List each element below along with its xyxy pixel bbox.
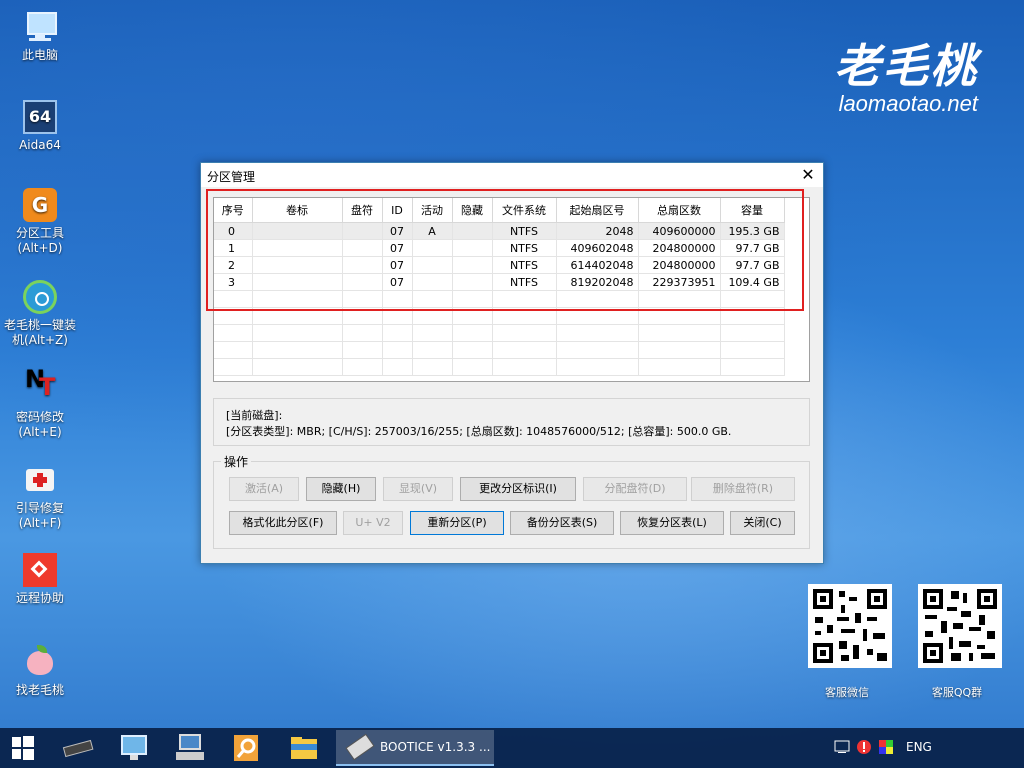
- qr-label-wechat: 客服微信: [825, 686, 869, 699]
- qr-label-qq-group: 客服QQ群: [931, 686, 983, 699]
- brand-url: laomaotao.net: [838, 91, 978, 116]
- desktop-icon-label: 老毛桃一键装 机(Alt+Z): [3, 318, 76, 347]
- desktop-icon-label: 远程协助: [15, 591, 64, 605]
- desktop-icon-find-laomaotao[interactable]: 找老毛桃: [2, 645, 78, 698]
- taskbar: BOOTICE v1.3.3 ... ENG: [0, 728, 1024, 768]
- anydesk-icon: [23, 553, 57, 587]
- desktop-icon-boot-repair[interactable]: 引导修复 (Alt+F): [2, 463, 78, 531]
- change-partition-id-button[interactable]: 更改分区标识(I): [460, 477, 576, 501]
- repartition-button[interactable]: 重新分区(P): [410, 511, 504, 535]
- tray-display-icon[interactable]: [878, 739, 894, 758]
- format-partition-button[interactable]: 格式化此分区(F): [229, 511, 337, 535]
- qr-code-wechat: [808, 584, 892, 668]
- taskbar-memory-tool[interactable]: [58, 732, 98, 764]
- disk-info-panel: [当前磁盘]: [分区表类型]: MBR; [C/H/S]: 257003/16…: [213, 398, 810, 446]
- partition-table-info: [分区表类型]: MBR; [C/H/S]: 257003/16/255; [总…: [226, 425, 732, 438]
- highlight-annotation-box: [206, 189, 804, 311]
- desktop-icon-remote-help[interactable]: 远程协助: [2, 553, 78, 606]
- remove-drive-letter-button[interactable]: 删除盘符(R): [691, 477, 795, 501]
- taskbar-file-explorer[interactable]: [284, 732, 324, 764]
- operations-group: [213, 461, 810, 549]
- magnifier-icon: [234, 735, 258, 761]
- brand-logo: 老毛桃 laomaotao.net: [834, 40, 978, 116]
- desktop-icon-one-key-install[interactable]: 老毛桃一键装 机(Alt+Z): [0, 280, 80, 348]
- taskbar-app-bootice[interactable]: BOOTICE v1.3.3 ...: [336, 730, 494, 766]
- tray-keyboard-icon[interactable]: [834, 740, 850, 757]
- close-icon[interactable]: ✕: [793, 163, 823, 187]
- desktop-icon-label: 密码修改 (Alt+E): [15, 410, 64, 439]
- desktop-icon-password-change[interactable]: N T 密码修改 (Alt+E): [2, 365, 78, 440]
- show-button[interactable]: 显现(V): [383, 477, 453, 501]
- u-plus-v2-button[interactable]: U+ V2: [343, 511, 403, 535]
- hide-button[interactable]: 隐藏(H): [306, 477, 376, 501]
- peach-icon: [23, 645, 57, 679]
- taskbar-network-tool[interactable]: [114, 732, 154, 764]
- taskbar-keyboard-tool[interactable]: [170, 732, 210, 764]
- restore-icon: [23, 280, 57, 314]
- table-row-empty: [214, 341, 785, 359]
- desktop-icon-this-pc[interactable]: 此电脑: [2, 10, 78, 63]
- current-disk-label: [当前磁盘]:: [226, 409, 283, 422]
- operations-label: 操作: [221, 453, 252, 470]
- brand-name-cn: 老毛桃: [834, 39, 978, 93]
- assign-drive-letter-button[interactable]: 分配盘符(D): [583, 477, 687, 501]
- bootice-icon: [345, 733, 375, 761]
- restore-partition-table-button[interactable]: 恢复分区表(L): [620, 511, 724, 535]
- ntpwedit-icon: N T: [25, 365, 56, 401]
- desktop-icon-label: 找老毛桃: [15, 683, 64, 697]
- close-button[interactable]: 关闭(C): [730, 511, 795, 535]
- tray-warning-icon[interactable]: [856, 739, 872, 758]
- table-row-empty: [214, 358, 785, 376]
- medkit-icon: [23, 463, 57, 497]
- diskgenius-icon: G: [23, 188, 57, 222]
- windows-logo-icon: [12, 736, 34, 760]
- network-computer-icon: [121, 735, 147, 760]
- ram-chip-icon: [62, 739, 94, 758]
- backup-partition-table-button[interactable]: 备份分区表(S): [510, 511, 614, 535]
- keyboard-computer-icon: [176, 734, 204, 760]
- activate-button[interactable]: 激活(A): [229, 477, 299, 501]
- desktop-icon-partition-tool[interactable]: G 分区工具 (Alt+D): [2, 188, 78, 256]
- title-bar[interactable]: 分区管理 ✕: [201, 163, 823, 187]
- language-indicator[interactable]: ENG: [906, 740, 932, 754]
- qr-code-qq-group: [918, 584, 1002, 668]
- qr-code-icon: [923, 589, 997, 663]
- taskbar-app-label: BOOTICE v1.3.3 ...: [380, 740, 491, 754]
- folder-icon: [291, 737, 317, 759]
- start-button[interactable]: [2, 732, 42, 764]
- taskbar-search-tool[interactable]: [226, 732, 266, 764]
- computer-icon: [23, 10, 57, 44]
- desktop-icon-label: 分区工具 (Alt+D): [15, 226, 64, 255]
- desktop-icon-label: 此电脑: [21, 48, 58, 62]
- aida64-icon: 64: [23, 100, 57, 134]
- qr-code-icon: [813, 589, 887, 663]
- table-row-empty: [214, 324, 785, 342]
- desktop-icon-label: 引导修复 (Alt+F): [15, 501, 64, 530]
- desktop-icon-label: Aida64: [19, 138, 61, 152]
- window-title: 分区管理: [207, 170, 256, 184]
- desktop-icon-aida64[interactable]: 64 Aida64: [2, 100, 78, 153]
